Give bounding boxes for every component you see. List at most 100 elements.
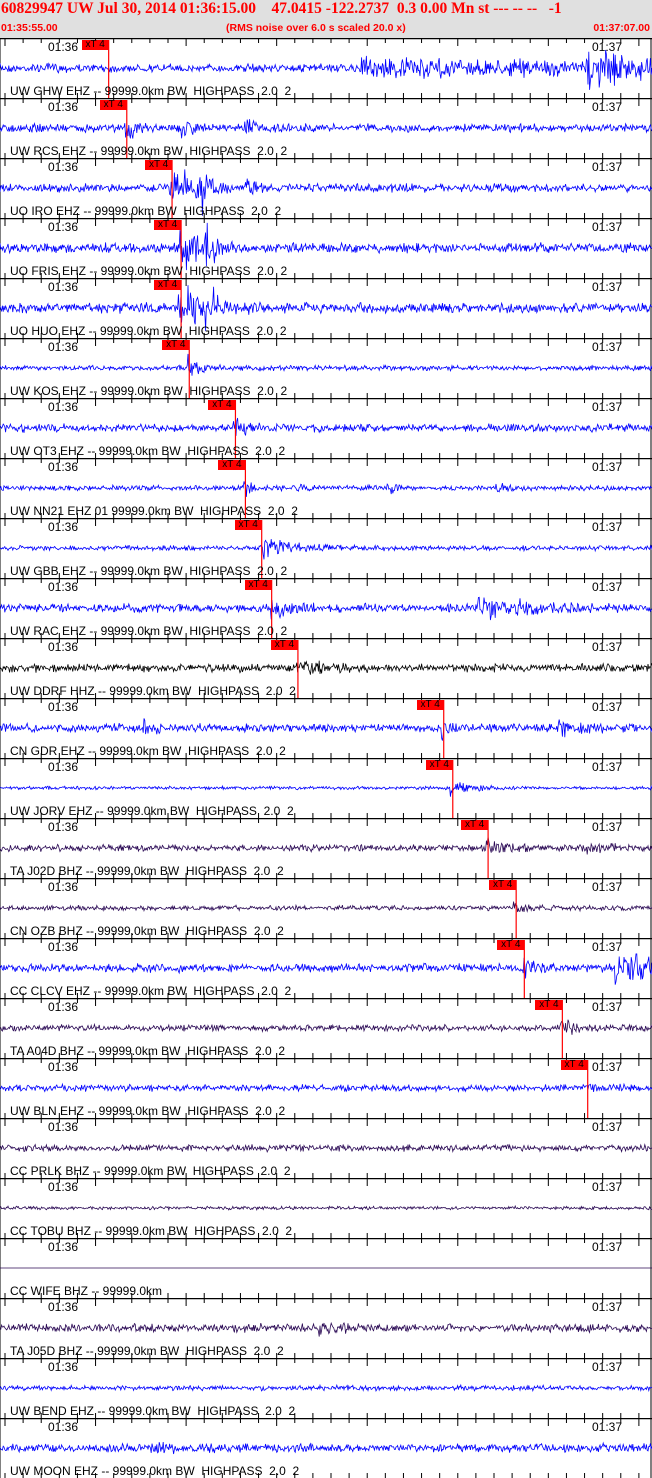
tick-label-0136: 01:36 — [48, 40, 79, 54]
waveform-line — [0, 596, 652, 621]
tick-label-0137: 01:37 — [592, 1420, 623, 1434]
tick-label-0136: 01:36 — [48, 580, 79, 594]
waveform-line — [0, 1383, 652, 1393]
trace-label: TA J02D BHZ -- 99999.0km BW HIGHPASS 2.0… — [10, 864, 284, 878]
trace-label: CC CLCV EHZ -- 99999.0km BW HIGHPASS 2.0… — [10, 984, 292, 998]
trace-label: UW OT3 EHZ -- 99999.0km BW HIGHPASS 2.0 … — [10, 444, 286, 458]
trace-label: CC WIFE BHZ -- 99999.0km — [10, 1284, 163, 1298]
trace-label: UW JORV EHZ -- 99999.0km BW HIGHPASS 2.0… — [10, 804, 294, 818]
tick-label-0137: 01:37 — [592, 460, 623, 474]
trace-panel: 01:36 01:37 UW MOON EHZ -- 99999.0km BW HI… — [0, 1418, 652, 1478]
trace-label: TA A04D BHZ -- 99999.0km BW HIGHPASS 2.0… — [10, 1044, 285, 1058]
waveform-line — [0, 417, 652, 436]
trace-panel: 01:36 01:37 UW RAC EHZ -- 99999.0km BW HIG… — [0, 578, 652, 638]
tick-label-0136: 01:36 — [48, 940, 79, 954]
pick-marker: xT 4 — [145, 160, 173, 170]
trace-panel: 01:36 01:37 UW BEND EHZ -- 99999.0km BW HI… — [0, 1358, 652, 1418]
tick-label-0136: 01:36 — [48, 1000, 79, 1014]
waveform-line — [0, 901, 652, 913]
waveform-line — [0, 782, 652, 797]
trace-label: UW RCS EHZ -- 99999.0km BW HIGHPASS 2.0 … — [10, 144, 288, 158]
header: 60829947 UW Jul 30, 2014 01:36:15.00 47.… — [0, 0, 652, 38]
waveform-line — [0, 353, 652, 376]
trace-panel: 01:36 01:37 UW DDRF HHZ -- 99999.0km BW HI… — [0, 638, 652, 698]
tick-label-0137: 01:37 — [592, 100, 623, 114]
tick-label-0137: 01:37 — [592, 1300, 623, 1314]
tick-label-0137: 01:37 — [592, 280, 623, 294]
trace-panel: 01:36 01:37 UW BLN EHZ -- 99999.0km BW HIG… — [0, 1058, 652, 1118]
trace-label: UW MOON EHZ -- 99999.0km BW HIGHPASS 2.0… — [10, 1464, 300, 1478]
pick-marker: xT 4 — [99, 100, 127, 110]
pick-marker: xT 4 — [489, 880, 517, 890]
trace-label: TA J05D BHZ -- 99999.0km BW HIGHPASS 2.0… — [10, 1344, 284, 1358]
tick-label-0137: 01:37 — [592, 400, 623, 414]
tick-label-0136: 01:36 — [48, 1360, 79, 1374]
pick-marker: xT 4 — [162, 340, 190, 350]
tick-label-0137: 01:37 — [592, 820, 623, 834]
waveform-line — [0, 1082, 652, 1093]
tick-label-0136: 01:36 — [48, 1180, 79, 1194]
trace-label: UW NN21 EHZ 01 99999.0km BW HIGHPASS 2.0… — [10, 504, 298, 518]
trace-panel: 01:36 01:37 UW OT3 EHZ -- 99999.0km BW HIG… — [0, 398, 652, 458]
trace-panel: 01:36 01:37 UO IRO EHZ -- 99999.0km BW HIG… — [0, 158, 652, 218]
waveform-line — [0, 119, 652, 139]
trace-panel: 01:36 01:37 UO HUO EHZ -- 99999.0km BW HIG… — [0, 278, 652, 338]
tick-label-0136: 01:36 — [48, 460, 79, 474]
start-time: 01:35:55.00 — [1, 22, 58, 34]
tick-label-0136: 01:36 — [48, 520, 79, 534]
pick-marker: xT 4 — [425, 760, 453, 770]
trace-label: CC PRLK BHZ -- 99999.0km BW HIGHPASS 2.0… — [10, 1164, 291, 1178]
tick-label-0136: 01:36 — [48, 1300, 79, 1314]
tick-label-0137: 01:37 — [592, 1120, 623, 1134]
tick-label-0136: 01:36 — [48, 340, 79, 354]
pick-marker: xT 4 — [234, 520, 262, 530]
trace-panel: 01:36 01:37 TA A04D BHZ -- 99999.0km BW HI… — [0, 998, 652, 1058]
tick-label-0137: 01:37 — [592, 1240, 623, 1254]
waveform-line — [0, 1019, 652, 1035]
tick-label-0136: 01:36 — [48, 220, 79, 234]
trace-label: UW BEND EHZ -- 99999.0km BW HIGHPASS 2.0… — [10, 1404, 296, 1418]
tick-label-0137: 01:37 — [592, 880, 623, 894]
tick-label-0137: 01:37 — [592, 220, 623, 234]
trace-label: UW KOS EHZ -- 99999.0km BW HIGHPASS 2.0 … — [10, 384, 288, 398]
tick-label-0136: 01:36 — [48, 880, 79, 894]
trace-panel: 01:36 01:37 UW NN21 EHZ 01 99999.0km BW HI… — [0, 458, 652, 518]
waveform-line — [0, 836, 652, 855]
tick-label-0137: 01:37 — [592, 640, 623, 654]
trace-label: UO HUO EHZ -- 99999.0km BW HIGHPASS 2.0 … — [10, 324, 287, 338]
tick-label-0137: 01:37 — [592, 340, 623, 354]
trace-label: UO IRO EHZ -- 99999.0km BW HIGHPASS 2.0 … — [10, 204, 282, 218]
tick-label-0136: 01:36 — [48, 100, 79, 114]
pick-marker: xT 4 — [208, 400, 236, 410]
tick-label-0136: 01:36 — [48, 1060, 79, 1074]
trace-panel: 01:36 01:37 UW JORV EHZ -- 99999.0km BW HI… — [0, 758, 652, 818]
tick-label-0137: 01:37 — [592, 580, 623, 594]
end-time: 01:37:07.00 — [593, 22, 650, 34]
trace-panel: 01:36 01:37 CC PRLK BHZ -- 99999.0km BW HI… — [0, 1118, 652, 1178]
tick-label-0137: 01:37 — [592, 1060, 623, 1074]
tick-label-0137: 01:37 — [592, 760, 623, 774]
waveform-line — [0, 953, 652, 985]
trace-panel: 01:36 01:37 UW GBB EHZ -- 99999.0km BW HIG… — [0, 518, 652, 578]
trace-panel: 01:36 01:37 UO FRIS EHZ -- 99999.0km BW HI… — [0, 218, 652, 278]
tick-label-0136: 01:36 — [48, 400, 79, 414]
tick-label-0136: 01:36 — [48, 640, 79, 654]
trace-label: CN OZB BHZ -- 99999.0km BW HIGHPASS 2.0 … — [10, 924, 284, 938]
pick-marker: xT 4 — [81, 40, 109, 50]
event-title: 60829947 UW Jul 30, 2014 01:36:15.00 47.… — [1, 0, 562, 17]
tick-label-0136: 01:36 — [48, 1120, 79, 1134]
pick-marker: xT 4 — [535, 1000, 563, 1010]
trace-panel: 01:36 01:37 UW GHW EHZ -- 99999.0km BW HIG… — [0, 38, 652, 98]
tick-label-0137: 01:37 — [592, 520, 623, 534]
pick-marker: xT 4 — [218, 460, 246, 470]
waveform-line — [0, 1441, 652, 1455]
trace-panel: 01:36 01:37 TA J05D BHZ -- 99999.0km BW HI… — [0, 1298, 652, 1358]
trace-label: CN GDR EHZ -- 99999.0km BW HIGHPASS 2.0 … — [10, 744, 286, 758]
pick-marker: xT 4 — [416, 700, 444, 710]
trace-label: UW GHW EHZ -- 99999.0km BW HIGHPASS 2.0 … — [10, 84, 292, 98]
waveform-line — [0, 481, 652, 497]
tick-label-0136: 01:36 — [48, 760, 79, 774]
waveform-line — [0, 718, 652, 741]
pick-marker: xT 4 — [497, 940, 525, 950]
waveform-line — [0, 1143, 652, 1154]
